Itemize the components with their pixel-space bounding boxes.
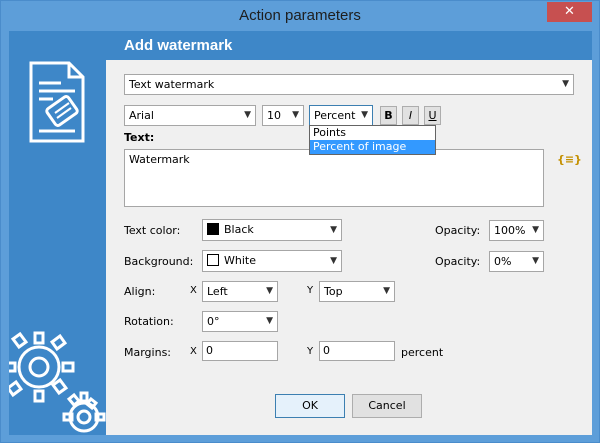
chevron-down-icon: ▼ [562,79,569,89]
gears-icon [9,331,106,433]
chevron-down-icon: ▼ [361,110,368,120]
background-opacity-value: 0% [494,255,512,268]
underline-button[interactable]: U [424,106,441,125]
chevron-down-icon: ▼ [244,110,251,120]
chevron-down-icon: ▼ [532,256,539,266]
close-button[interactable]: ✕ [547,2,592,22]
align-label: Align: [124,285,156,298]
font-unit-value: Percent [314,109,356,122]
margin-unit-label: percent [401,346,444,359]
background-color-select[interactable]: White ▼ [202,250,342,272]
text-label: Text: [124,131,155,144]
text-opacity-select[interactable]: 100% ▼ [489,220,544,241]
chevron-down-icon: ▼ [266,286,273,296]
insert-macro-icon[interactable]: {≡} [557,153,582,167]
window-title: Action parameters [239,7,361,24]
margin-x-axis-label: X [190,346,197,357]
ok-button[interactable]: OK [275,394,345,418]
align-x-value: Left [207,285,228,298]
text-opacity-label: Opacity: [435,224,481,237]
text-color-select[interactable]: Black ▼ [202,219,342,241]
font-unit-dropdown-list: Points Percent of image height [309,125,436,167]
chevron-down-icon: ▼ [330,256,337,266]
rotation-label: Rotation: [124,315,174,328]
text-color-value: Black [224,223,254,236]
chevron-down-icon: ▼ [266,316,273,326]
background-label: Background: [124,255,194,268]
italic-button[interactable]: I [402,106,419,125]
background-color-swatch [207,254,219,266]
font-family-select[interactable]: Arial ▼ [124,105,256,126]
background-color-value: White [224,254,256,267]
font-size-select[interactable]: 10 ▼ [262,105,304,126]
watermark-text-value: Watermark [129,153,190,166]
align-y-value: Top [324,285,343,298]
cancel-button[interactable]: Cancel [352,394,422,418]
align-y-axis-label: Y [307,285,314,296]
text-opacity-value: 100% [494,224,526,237]
align-y-select[interactable]: Top ▼ [319,281,395,302]
background-opacity-select[interactable]: 0% ▼ [489,251,544,272]
document-watermark-icon [29,61,85,143]
text-color-label: Text color: [124,224,181,237]
watermark-type-value: Text watermark [129,78,215,91]
align-x-axis-label: X [190,285,197,296]
bold-button[interactable]: B [380,106,397,125]
font-unit-option-percent-of-image-height[interactable]: Percent of image height [310,140,435,167]
font-family-value: Arial [129,109,154,122]
font-size-value: 10 [267,109,281,122]
font-unit-option-points[interactable]: Points [310,126,435,140]
font-unit-select[interactable]: Percent ▼ [309,105,373,126]
watermark-type-select[interactable]: Text watermark ▼ [124,74,574,95]
dialog-header: Add watermark [106,31,592,60]
margin-y-input[interactable]: 0 [319,341,395,361]
margin-x-input[interactable]: 0 [202,341,278,361]
sidebar [9,31,106,435]
background-opacity-label: Opacity: [435,255,481,268]
chevron-down-icon: ▼ [383,286,390,296]
action-parameters-window: Action parameters ✕ Add watermark Text w… [0,0,600,443]
chevron-down-icon: ▼ [532,225,539,235]
chevron-down-icon: ▼ [330,225,337,235]
rotation-select[interactable]: 0° ▼ [202,311,278,332]
text-color-swatch [207,223,219,235]
margin-y-axis-label: Y [307,346,314,357]
margins-label: Margins: [124,346,172,359]
rotation-value: 0° [207,315,220,328]
align-x-select[interactable]: Left ▼ [202,281,278,302]
chevron-down-icon: ▼ [292,110,299,120]
